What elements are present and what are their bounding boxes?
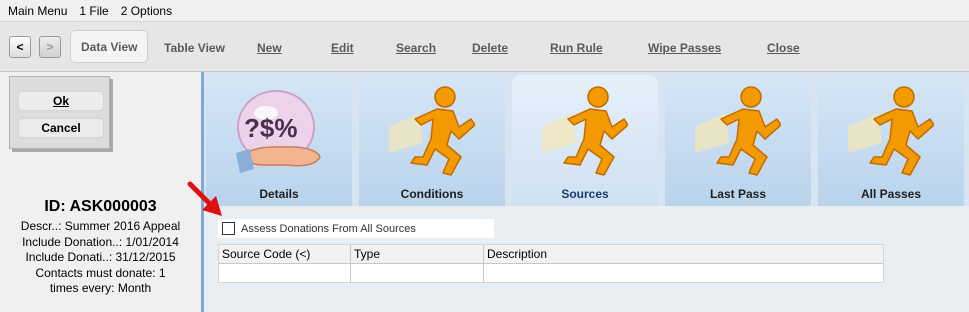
assess-all-sources-label: Assess Donations From All Sources (241, 222, 416, 235)
menu-file[interactable]: 1 File (79, 4, 108, 18)
edit-button[interactable]: Edit (331, 22, 354, 73)
new-button[interactable]: New (257, 22, 282, 73)
tab-details[interactable]: ?$% Details (206, 75, 352, 206)
tab-sources[interactable]: Sources (512, 75, 658, 206)
ok-button[interactable]: Ok (18, 91, 104, 111)
forward-button[interactable]: > (39, 36, 61, 58)
record-panel: Ok Cancel ID: ASK000003 Descr..: Summer … (0, 72, 201, 312)
data-view-button[interactable]: Data View (70, 30, 149, 63)
assess-all-sources-row[interactable]: Assess Donations From All Sources (218, 219, 494, 238)
cell-type[interactable] (351, 264, 484, 283)
donation-hand-icon: ?$% (236, 90, 321, 173)
tab-last-pass-label: Last Pass (709, 187, 767, 201)
menu-bar: Main Menu 1 File 2 Options (0, 0, 969, 21)
tab-all-passes[interactable]: All Passes (818, 75, 964, 206)
run-rule-button[interactable]: Run Rule (550, 22, 603, 73)
record-include-from: Include Donation..: 1/01/2014 (22, 234, 179, 249)
column-header-type[interactable]: Type (351, 245, 484, 263)
cell-description[interactable] (484, 264, 883, 283)
back-button[interactable]: < (9, 36, 31, 58)
assess-all-sources-checkbox[interactable] (222, 222, 235, 235)
cell-source-code[interactable] (219, 264, 351, 283)
running-man-icon (542, 86, 628, 176)
toolbar: < > Data View Table View New Edit Search… (0, 21, 969, 72)
tab-last-pass[interactable]: Last Pass (665, 75, 811, 206)
delete-button[interactable]: Delete (472, 22, 508, 73)
menu-options[interactable]: 2 Options (121, 4, 172, 18)
red-arrow-icon (187, 181, 222, 216)
cancel-button[interactable]: Cancel (18, 118, 104, 138)
tab-sources-label: Sources (561, 187, 609, 201)
record-frequency: times every: Month (49, 281, 152, 295)
record-summary: ID: ASK000003 Descr..: Summer 2016 Appea… (0, 198, 201, 297)
sources-table: Source Code (<) Type Description (218, 244, 884, 283)
running-man-icon (389, 86, 475, 176)
tab-details-label: Details (259, 187, 299, 201)
search-button[interactable]: Search (396, 22, 436, 73)
table-view-button[interactable]: Table View (164, 22, 225, 73)
record-donation-count: Contacts must donate: 1 (35, 265, 166, 280)
tab-conditions-label: Conditions (400, 187, 464, 201)
running-man-icon (695, 86, 781, 176)
sources-table-header: Source Code (<) Type Description (219, 245, 883, 264)
svg-text:?$%: ?$% (244, 113, 297, 143)
main-content: ?$% Details Conditions Sources Last Pass… (204, 72, 969, 312)
close-button[interactable]: Close (767, 22, 800, 73)
wipe-passes-button[interactable]: Wipe Passes (648, 22, 721, 73)
record-include-to: Include Donati..: 31/12/2015 (25, 250, 176, 264)
record-id: ID: ASK000003 (44, 198, 157, 215)
tab-bar: ?$% Details Conditions Sources Last Pass… (204, 72, 969, 206)
running-man-icon (848, 86, 934, 176)
tab-conditions[interactable]: Conditions (359, 75, 505, 206)
column-header-description[interactable]: Description (484, 245, 883, 263)
record-description: Descr..: Summer 2016 Appeal (20, 219, 181, 233)
column-header-source-code[interactable]: Source Code (<) (219, 245, 351, 263)
action-button-group: Ok Cancel (9, 76, 110, 149)
table-row[interactable] (219, 264, 883, 283)
tab-all-passes-label: All Passes (860, 187, 922, 201)
menu-main-menu[interactable]: Main Menu (8, 4, 67, 18)
